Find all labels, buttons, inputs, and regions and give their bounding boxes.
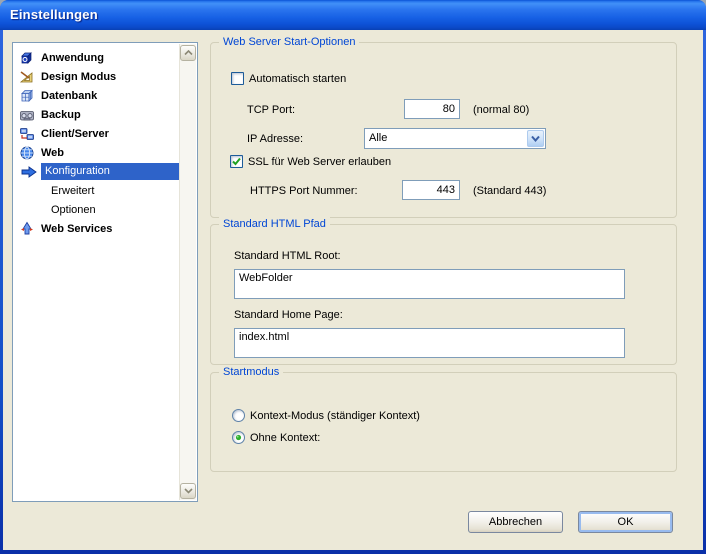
design-tools-icon — [19, 69, 35, 85]
sidebar-item-label: Optionen — [51, 203, 96, 216]
chevron-down-icon — [531, 135, 540, 142]
no-context-radio[interactable] — [232, 431, 245, 444]
no-context-label: Ohne Kontext: — [250, 432, 321, 444]
group-start-mode: Startmodus Kontext-Modus (ständiger Kont… — [210, 365, 677, 472]
ssl-checkbox[interactable] — [230, 155, 243, 168]
sidebar-item-datenbank[interactable]: Datenbank — [13, 86, 179, 105]
html-root-label: Standard HTML Root: — [234, 250, 341, 262]
window-title: Einstellungen — [10, 7, 98, 22]
sidebar-item-label: Konfiguration — [41, 163, 179, 180]
cancel-button[interactable]: Abbrechen — [468, 511, 563, 533]
home-page-label: Standard Home Page: — [234, 309, 343, 321]
sidebar-item-backup[interactable]: Backup — [13, 105, 179, 124]
radio-dot-icon — [235, 434, 242, 441]
sidebar-item-label: Datenbank — [41, 89, 98, 102]
titlebar[interactable]: Einstellungen — [0, 0, 706, 30]
chevron-up-icon — [183, 50, 193, 56]
app-cube-icon — [19, 50, 35, 66]
sidebar-item-client-server[interactable]: Client/Server — [13, 124, 179, 143]
globe-icon — [19, 145, 35, 161]
client-server-icon — [19, 126, 35, 142]
ssl-label: SSL für Web Server erlauben — [248, 156, 392, 168]
sidebar-item-label: Web Services — [41, 222, 113, 235]
sidebar-item-label: Erweitert — [51, 184, 95, 197]
home-page-input[interactable] — [234, 328, 625, 358]
tcp-port-hint: (normal 80) — [473, 104, 530, 116]
sidebar-item-label: Backup — [41, 108, 81, 121]
group-web-server-start-options: Web Server Start-Optionen Automatisch st… — [210, 35, 677, 218]
group-title: Standard HTML Pfad — [219, 217, 330, 232]
chevron-down-icon — [183, 488, 193, 494]
context-mode-label: Kontext-Modus (ständiger Kontext) — [250, 410, 420, 422]
group-title: Web Server Start-Optionen — [219, 35, 360, 50]
nav-items: Anwendung Design Modus Datenbank Backup … — [13, 43, 179, 501]
dialog-body: Anwendung Design Modus Datenbank Backup … — [3, 30, 703, 550]
context-mode-radio[interactable] — [232, 409, 245, 422]
sidebar-item-label: Anwendung — [41, 51, 104, 64]
selected-arrow-icon — [21, 164, 37, 180]
settings-dialog: Einstellungen Anwendung Design Modus Dat… — [0, 0, 706, 554]
sidebar-scrollbar[interactable] — [179, 44, 196, 500]
ip-address-dropdown[interactable]: Alle — [364, 128, 546, 149]
check-icon — [232, 157, 241, 166]
autostart-label: Automatisch starten — [249, 73, 347, 85]
ok-button[interactable]: OK — [578, 511, 673, 533]
https-port-hint: (Standard 443) — [473, 185, 547, 197]
ip-address-label: IP Adresse: — [247, 133, 304, 145]
sidebar-item-label: Design Modus — [41, 70, 117, 83]
sidebar-item-web-services[interactable]: Web Services — [13, 219, 179, 238]
ip-address-value: Alle — [369, 132, 388, 144]
web-services-icon — [19, 221, 35, 237]
group-standard-html-path: Standard HTML Pfad Standard HTML Root: S… — [210, 217, 677, 365]
html-root-input[interactable] — [234, 269, 625, 299]
settings-nav-list: Anwendung Design Modus Datenbank Backup … — [12, 42, 198, 502]
combo-dropdown-button[interactable] — [527, 130, 544, 147]
sidebar-item-erweitert[interactable]: Erweitert — [13, 181, 179, 200]
sidebar-item-design-modus[interactable]: Design Modus — [13, 67, 179, 86]
sidebar-item-label: Client/Server — [41, 127, 109, 140]
sidebar-item-optionen[interactable]: Optionen — [13, 200, 179, 219]
autostart-checkbox[interactable] — [231, 72, 244, 85]
tcp-port-label: TCP Port: — [247, 104, 296, 116]
scroll-down-button[interactable] — [180, 483, 196, 499]
backup-tape-icon — [19, 107, 35, 123]
sidebar-item-web[interactable]: Web — [13, 143, 179, 162]
scroll-up-button[interactable] — [180, 45, 196, 61]
sidebar-item-anwendung[interactable]: Anwendung — [13, 48, 179, 67]
database-cube-icon — [19, 88, 35, 104]
https-port-input[interactable] — [402, 180, 460, 200]
group-title: Startmodus — [219, 365, 284, 380]
sidebar-item-konfiguration[interactable]: Konfiguration — [13, 162, 179, 181]
sidebar-item-label: Web — [41, 146, 65, 159]
https-port-label: HTTPS Port Nummer: — [250, 185, 358, 197]
tcp-port-input[interactable] — [404, 99, 460, 119]
